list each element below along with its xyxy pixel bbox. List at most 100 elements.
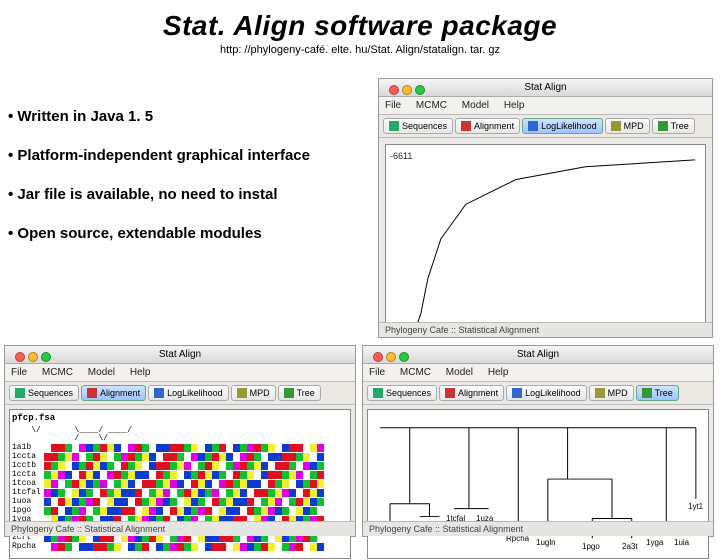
menu-model[interactable]: Model [88, 367, 115, 378]
sequence-bar [44, 489, 348, 497]
sequence-bar [44, 480, 348, 488]
tree-leaf: 2a3t [622, 542, 638, 551]
tab-alignment[interactable]: Alignment [439, 385, 504, 401]
mpd-icon [595, 388, 605, 398]
tab-tree[interactable]: Tree [636, 385, 679, 401]
chart-svg [386, 145, 705, 333]
ascii-tree: \/ \____/ ____/ / \/ [12, 427, 348, 443]
chart-icon [154, 388, 164, 398]
sequence-bar [44, 498, 348, 506]
sequences-icon [389, 121, 399, 131]
status-bar: Phylogeny Cafe :: Statistical Alignment [5, 521, 355, 536]
sequence-bar [44, 543, 348, 551]
status-bar: Phylogeny Cafe :: Statistical Alignment [379, 322, 712, 337]
menu-mcmc[interactable]: MCMC [400, 367, 431, 378]
alignment-row: 1tcoa [12, 479, 348, 488]
menu-file[interactable]: File [11, 367, 27, 378]
window-alignment: Stat Align File MCMC Model Help Sequence… [4, 345, 356, 537]
window-tree: Stat Align File MCMC Model Help Sequence… [362, 345, 714, 537]
window-titlebar[interactable]: Stat Align [363, 346, 713, 364]
tab-sequences[interactable]: Sequences [9, 385, 79, 401]
window-loglikelihood: Stat Align File MCMC Model Help Sequence… [378, 78, 713, 338]
window-titlebar[interactable]: Stat Align [5, 346, 355, 364]
tree-leaf: 1yga [646, 538, 663, 547]
tab-sequences[interactable]: Sequences [367, 385, 437, 401]
window-titlebar[interactable]: Stat Align [379, 79, 712, 97]
menu-bar[interactable]: File MCMC Model Help [379, 97, 712, 115]
menu-mcmc[interactable]: MCMC [42, 367, 73, 378]
slide-title: Stat. Align software package [0, 0, 720, 42]
tree-leaf: 1ugln [536, 538, 556, 547]
tree-leaf: 1pgo [582, 542, 600, 551]
y-tick-label: -6611 [390, 151, 412, 161]
status-bar: Phylogeny Cafe :: Statistical Alignment [363, 521, 713, 536]
alignment-view: pfcp.fsa \/ \____/ ____/ / \/ 1a1b1ccta1… [9, 409, 351, 559]
menu-model[interactable]: Model [462, 100, 489, 111]
tab-tree[interactable]: Tree [652, 118, 695, 134]
sequence-bar [44, 444, 348, 452]
tree-icon [658, 121, 668, 131]
alignment-icon [461, 121, 471, 131]
tab-mpd[interactable]: MPD [231, 385, 276, 401]
alignment-row: 1ccta [12, 452, 348, 461]
tab-alignment[interactable]: Alignment [81, 385, 146, 401]
bullet-item: • Open source, extendable modules [8, 225, 310, 242]
tab-mpd[interactable]: MPD [605, 118, 650, 134]
chart-icon [512, 388, 522, 398]
menu-bar[interactable]: File MCMC Model Help [5, 364, 355, 382]
close-icon[interactable] [389, 85, 399, 95]
phylogenetic-tree: 1cuna 1huca 1thza 1tcfal 1uza Rpcha 1ugl… [367, 409, 709, 559]
menu-help[interactable]: Help [504, 100, 525, 111]
menu-mcmc[interactable]: MCMC [416, 100, 447, 111]
mpd-icon [611, 121, 621, 131]
menu-file[interactable]: File [385, 100, 401, 111]
loglikelihood-chart: -6611 7000 [385, 144, 706, 334]
menu-help[interactable]: Help [488, 367, 509, 378]
tab-loglikelihood[interactable]: LogLikelihood [148, 385, 229, 401]
zoom-icon[interactable] [41, 352, 51, 362]
sequence-label: 1ccta [12, 470, 44, 479]
zoom-icon[interactable] [399, 352, 409, 362]
tab-bar: Sequences Alignment LogLikelihood MPD Tr… [379, 115, 712, 138]
sequence-bar [44, 507, 348, 515]
sequence-label: Rpcha [12, 542, 44, 551]
sequence-label: 1cctb [12, 461, 44, 470]
tab-loglikelihood[interactable]: LogLikelihood [506, 385, 587, 401]
alignment-row: Rpcha [12, 542, 348, 551]
zoom-icon[interactable] [415, 85, 425, 95]
bullet-item: • Written in Java 1. 5 [8, 108, 310, 125]
close-icon[interactable] [15, 352, 25, 362]
tab-alignment[interactable]: Alignment [455, 118, 520, 134]
tab-mpd[interactable]: MPD [589, 385, 634, 401]
sequence-label: 1tcoa [12, 479, 44, 488]
minimize-icon[interactable] [28, 352, 38, 362]
tab-sequences[interactable]: Sequences [383, 118, 453, 134]
minimize-icon[interactable] [386, 352, 396, 362]
alignment-row: 1tcfal [12, 488, 348, 497]
menu-model[interactable]: Model [446, 367, 473, 378]
bullet-item: • Jar file is available, no need to inst… [8, 186, 310, 203]
sequence-label: 1ccta [12, 452, 44, 461]
window-title: Stat Align [159, 349, 201, 360]
tree-leaf: 1yt1 [688, 502, 703, 511]
menu-file[interactable]: File [369, 367, 385, 378]
sequence-label: 1tcfal [12, 488, 44, 497]
close-icon[interactable] [373, 352, 383, 362]
tree-leaf: 1uia [674, 538, 689, 547]
menu-help[interactable]: Help [130, 367, 151, 378]
sequence-label: 1pgo [12, 506, 44, 515]
chart-icon [528, 121, 538, 131]
minimize-icon[interactable] [402, 85, 412, 95]
mpd-icon [237, 388, 247, 398]
alignment-icon [87, 388, 97, 398]
sequence-bar [44, 453, 348, 461]
tab-loglikelihood[interactable]: LogLikelihood [522, 118, 603, 134]
filename-label: pfcp.fsa [12, 414, 348, 423]
tree-icon [642, 388, 652, 398]
tab-tree[interactable]: Tree [278, 385, 321, 401]
alignment-icon [445, 388, 455, 398]
alignment-row: 1a1b [12, 443, 348, 452]
menu-bar[interactable]: File MCMC Model Help [363, 364, 713, 382]
window-title: Stat Align [517, 349, 559, 360]
alignment-row: 1uoa [12, 497, 348, 506]
